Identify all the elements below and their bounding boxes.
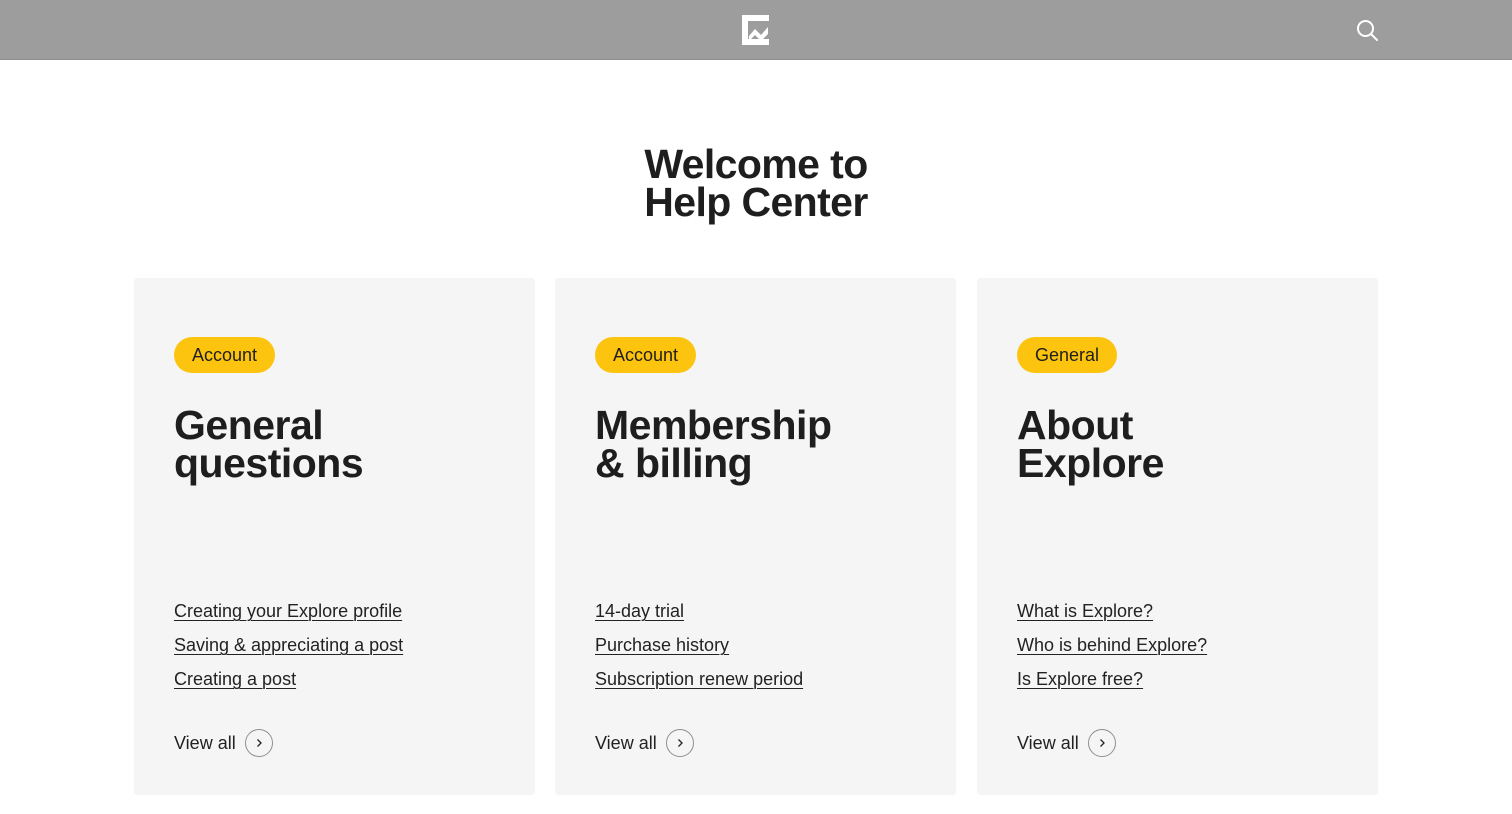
article-link[interactable]: Subscription renew period xyxy=(595,669,803,689)
chevron-right-icon xyxy=(1087,729,1116,757)
card-title-line-1: About xyxy=(1017,402,1133,448)
list-item: Purchase history xyxy=(595,632,803,666)
category-card-general-questions: Account General questions Creating your … xyxy=(134,278,535,795)
category-badge: Account xyxy=(595,337,697,373)
list-item: Creating a post xyxy=(174,666,403,700)
search-button[interactable] xyxy=(1352,15,1382,45)
card-title-line-2: Explore xyxy=(1017,440,1164,486)
card-title-line-1: Membership xyxy=(595,402,832,448)
category-card-about-explore: General About Explore What is Explore? W… xyxy=(977,278,1378,795)
view-all-link[interactable]: View all xyxy=(1017,729,1116,757)
list-item: Who is behind Explore? xyxy=(1017,632,1207,666)
page-title-line-1: Welcome to xyxy=(644,141,868,187)
card-title-line-2: & billing xyxy=(595,440,753,486)
article-links-list: Creating your Explore profile Saving & a… xyxy=(174,598,403,700)
card-title: General questions xyxy=(174,402,514,486)
list-item: Creating your Explore profile xyxy=(174,598,403,632)
article-link[interactable]: Purchase history xyxy=(595,635,729,655)
article-link[interactable]: Who is behind Explore? xyxy=(1017,635,1207,655)
list-item: Subscription renew period xyxy=(595,666,803,700)
article-link[interactable]: Creating a post xyxy=(174,669,296,689)
explore-logo-icon[interactable] xyxy=(741,14,770,46)
card-title-line-1: General xyxy=(174,402,324,448)
category-badge: General xyxy=(1017,337,1118,373)
category-card-membership-billing: Account Membership & billing 14-day tria… xyxy=(555,278,956,795)
page-title-line-2: Help Center xyxy=(644,179,868,225)
card-title: Membership & billing xyxy=(595,402,935,486)
view-all-link[interactable]: View all xyxy=(174,729,273,757)
list-item: Is Explore free? xyxy=(1017,666,1207,700)
top-navigation-bar xyxy=(0,0,1512,60)
chevron-right-icon xyxy=(244,729,273,757)
article-links-list: What is Explore? Who is behind Explore? … xyxy=(1017,598,1207,700)
article-link[interactable]: Creating your Explore profile xyxy=(174,601,402,621)
list-item: What is Explore? xyxy=(1017,598,1207,632)
view-all-label: View all xyxy=(174,732,236,753)
list-item: Saving & appreciating a post xyxy=(174,632,403,666)
article-link[interactable]: What is Explore? xyxy=(1017,601,1153,621)
article-links-list: 14-day trial Purchase history Subscripti… xyxy=(595,598,803,700)
view-all-link[interactable]: View all xyxy=(595,729,694,757)
article-link[interactable]: 14-day trial xyxy=(595,601,684,621)
list-item: 14-day trial xyxy=(595,598,803,632)
article-link[interactable]: Saving & appreciating a post xyxy=(174,635,403,655)
card-title: About Explore xyxy=(1017,402,1357,486)
chevron-right-icon xyxy=(665,729,694,757)
view-all-label: View all xyxy=(1017,732,1079,753)
category-badge: Account xyxy=(174,337,276,373)
search-icon xyxy=(1357,20,1378,41)
article-link[interactable]: Is Explore free? xyxy=(1017,669,1143,689)
view-all-label: View all xyxy=(595,732,657,753)
card-title-line-2: questions xyxy=(174,440,364,486)
page-title: Welcome to Help Center xyxy=(0,141,1512,225)
